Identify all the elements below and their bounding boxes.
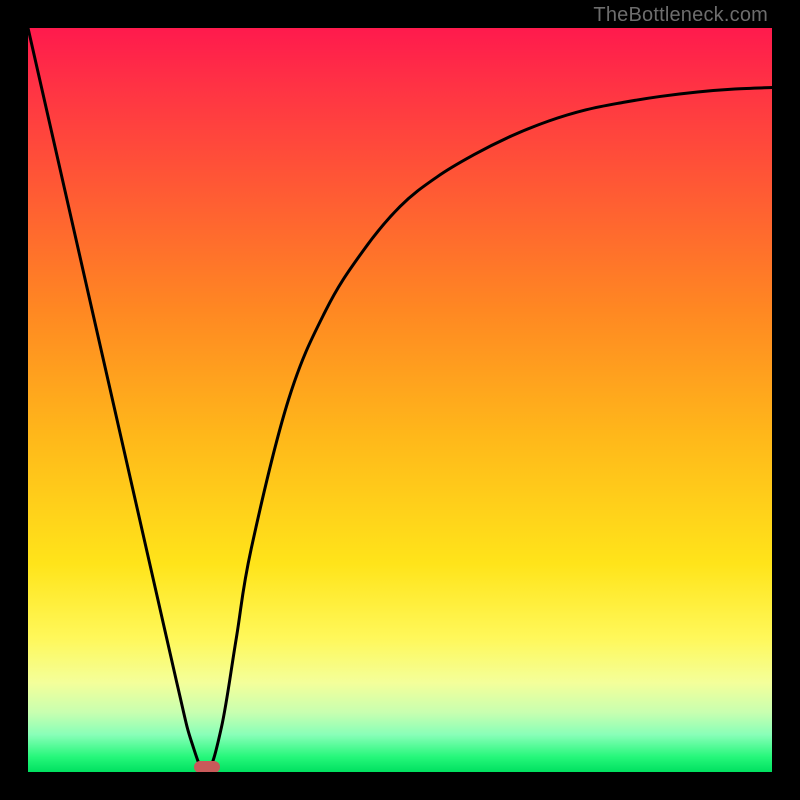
bottleneck-curve: [28, 28, 772, 772]
marker-point: [194, 761, 220, 772]
watermark-text: TheBottleneck.com: [593, 4, 768, 27]
curve-svg: [28, 28, 772, 772]
plot-area: [28, 28, 772, 772]
chart-frame: TheBottleneck.com: [0, 0, 800, 800]
